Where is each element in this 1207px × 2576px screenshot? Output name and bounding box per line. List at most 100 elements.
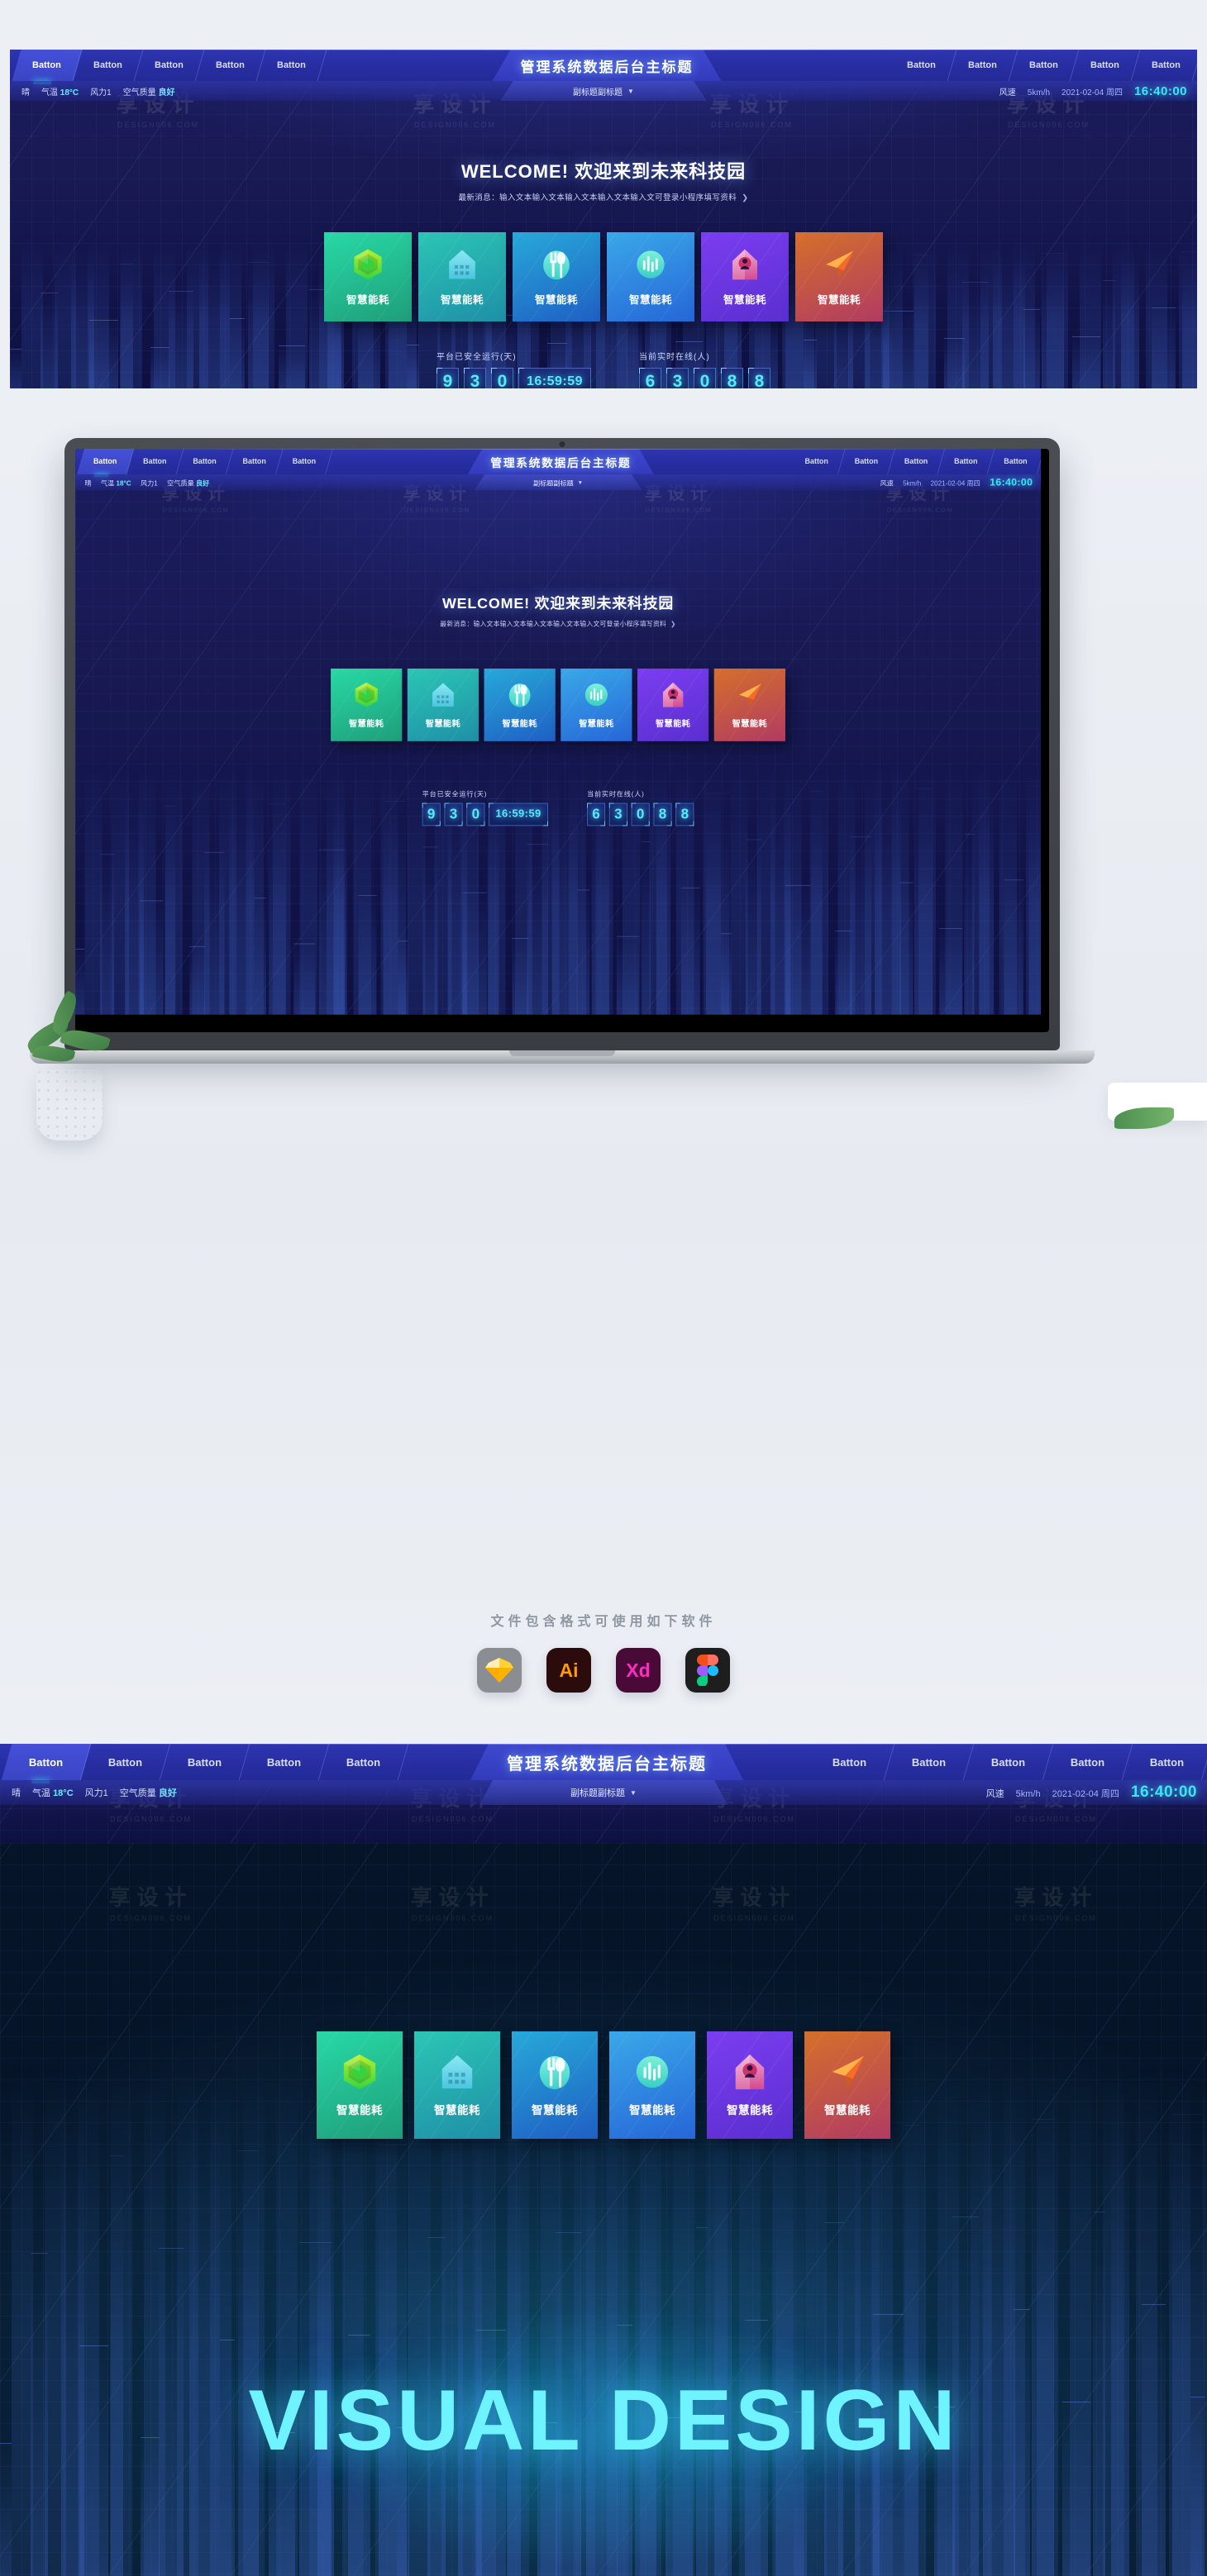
nav-button-right-4[interactable]: Batton [1131, 50, 1197, 81]
app-icon-label: Xd [626, 1659, 651, 1681]
news-text: 输入文本输入文本输入文本输入文本输入文可登录小程序填写资料 [499, 193, 737, 202]
feature-card-4[interactable]: 智慧能耗 [637, 668, 709, 741]
news-ticker[interactable]: 最新消息：输入文本输入文本输入文本输入文本输入文可登录小程序填写资料 ❯ [75, 619, 1041, 628]
subtitle-dropdown[interactable]: 副标题副标题 ▼ [479, 1780, 728, 1805]
watermark-en: DESIGN006.COM [117, 121, 200, 129]
header-right-status: 风速 5km/h 2021-02-04 周四 16:40:00 [986, 1783, 1197, 1802]
nav-button-label: Batton [804, 457, 828, 466]
feature-card-label: 智慧能耗 [732, 718, 767, 728]
nav-button-right-0[interactable]: Batton [788, 449, 846, 474]
nav-button-right-1[interactable]: Batton [884, 1744, 975, 1780]
chevron-right-icon: ❯ [742, 193, 749, 202]
nav-button-label: Batton [193, 457, 217, 466]
nav-button-right-1[interactable]: Batton [837, 449, 895, 474]
nav-button-left-1[interactable]: Batton [73, 50, 144, 81]
nav-button-label: Batton [907, 60, 936, 70]
feature-card-5[interactable]: 智慧能耗 [804, 2031, 890, 2139]
feature-card-1[interactable]: 智慧能耗 [418, 232, 506, 321]
nav-button-right-2[interactable]: Batton [963, 1744, 1054, 1780]
nav-button-label: Batton [93, 60, 122, 70]
nav-button-left-2[interactable]: Batton [134, 50, 205, 81]
nav-button-left-0[interactable]: Batton [1, 1744, 92, 1780]
counter-time: 16:59:59 [518, 368, 592, 388]
feature-card-1[interactable]: 智慧能耗 [407, 668, 479, 741]
weather-temp: 气温 18°C [41, 88, 79, 98]
screen-dashboard: 享设计 DESIGN006.COM 享设计 DESIGN006.COM 享设计 DES… [75, 449, 1042, 1015]
feature-card-0[interactable]: 智慧能耗 [331, 668, 403, 741]
subtitle-dropdown[interactable]: 副标题副标题 ▼ [474, 474, 642, 491]
news-ticker[interactable]: 最新消息：输入文本输入文本输入文本输入文本输入文可登录小程序填写资料 ❯ [10, 191, 1197, 202]
header-nav-row: Batton Batton Batton Batton Batton 管理系统数据后台主… [10, 50, 1197, 81]
nav-button-right-4[interactable]: Batton [1122, 1744, 1207, 1780]
nav-button-right-4[interactable]: Batton [987, 449, 1042, 474]
feature-card-3[interactable]: 智慧能耗 [561, 668, 632, 741]
nav-button-label: Batton [1090, 60, 1119, 70]
feature-card-label: 智慧能耗 [727, 2104, 773, 2117]
feature-card-2[interactable]: 智慧能耗 [484, 668, 556, 741]
nav-button-label: Batton [187, 1755, 222, 1769]
house-building-icon [446, 248, 479, 281]
nav-button-left-3[interactable]: Batton [195, 50, 266, 81]
feature-card-1[interactable]: 智慧能耗 [414, 2031, 500, 2139]
counter-digit: 8 [721, 368, 744, 388]
nav-button-left-4[interactable]: Batton [275, 449, 333, 474]
nav-button-right-2[interactable]: Batton [1009, 50, 1080, 81]
feature-card-4[interactable]: 智慧能耗 [701, 232, 789, 321]
nav-group-right: Batton Batton Batton Batton Batton [788, 449, 1042, 474]
banner-headline: VISUAL DESIGN [248, 2373, 959, 2469]
bar-chart-circle-icon [633, 2053, 671, 2091]
chevron-down-icon: ▼ [577, 479, 584, 486]
subtitle-dropdown[interactable]: 副标题副标题 ▼ [500, 81, 707, 101]
counter-digit: 6 [587, 802, 605, 826]
feature-card-2[interactable]: 智慧能耗 [513, 232, 600, 321]
feature-card-0[interactable]: 智慧能耗 [317, 2031, 403, 2139]
feature-card-label: 智慧能耗 [346, 293, 389, 306]
feature-card-4[interactable]: 智慧能耗 [707, 2031, 793, 2139]
nav-button-left-2[interactable]: Batton [160, 1744, 250, 1780]
watermark-zh: 享设计 [108, 1885, 193, 1910]
nav-button-left-0[interactable]: Batton [77, 449, 135, 474]
feature-card-2[interactable]: 智慧能耗 [512, 2031, 598, 2139]
counter-digit: 3 [666, 368, 689, 388]
nav-button-label: Batton [107, 1755, 143, 1769]
feature-card-5[interactable]: 智慧能耗 [713, 668, 785, 741]
weather-wind: 风力1 [141, 479, 158, 488]
feature-card-5[interactable]: 智慧能耗 [795, 232, 883, 321]
weather-air: 空气质量 良好 [119, 1788, 177, 1798]
nav-button-right-3[interactable]: Batton [1042, 1744, 1133, 1780]
counter-digit: 0 [631, 802, 650, 826]
nav-button-label: Batton [242, 457, 266, 466]
counter-digit: 0 [466, 802, 485, 826]
feature-card-3[interactable]: 智慧能耗 [607, 232, 694, 321]
news-text: 输入文本输入文本输入文本输入文本输入文可登录小程序填写资料 [473, 621, 667, 629]
nav-button-left-3[interactable]: Batton [239, 1744, 330, 1780]
house-building-icon [438, 2053, 476, 2091]
weather-wind: 风力1 [84, 1788, 108, 1798]
paper-plane-icon [737, 681, 764, 708]
counter-1: 当前实时在线(人) 6 3 0 8 8 [587, 788, 694, 826]
nav-button-right-2[interactable]: Batton [888, 449, 946, 474]
top-dashboard-preview: 享设计 DESIGN006.COM 享设计 DESIGN006.COM 享设计 DES… [10, 50, 1197, 388]
feature-card-3[interactable]: 智慧能耗 [609, 2031, 695, 2139]
nav-group-left: Batton Batton Batton Batton Batton [77, 449, 333, 474]
nav-button-right-3[interactable]: Batton [1070, 50, 1141, 81]
header-status-row: 晴 气温 18°C 风力1 空气质量 良好 副标题副标题 ▼ 风速 5km/h … [0, 1780, 1207, 1805]
app-icon-label: Ai [559, 1659, 579, 1681]
nav-button-left-3[interactable]: Batton [226, 449, 284, 474]
nav-button-right-0[interactable]: Batton [886, 50, 957, 81]
nav-button-right-1[interactable]: Batton [947, 50, 1019, 81]
nav-button-left-4[interactable]: Batton [256, 50, 327, 81]
nav-button-left-2[interactable]: Batton [176, 449, 234, 474]
nav-button-left-4[interactable]: Batton [318, 1744, 409, 1780]
nav-button-left-1[interactable]: Batton [126, 449, 184, 474]
nav-button-right-3[interactable]: Batton [937, 449, 995, 474]
nav-button-left-1[interactable]: Batton [80, 1744, 171, 1780]
nav-button-left-0[interactable]: Batton [12, 50, 83, 81]
nav-button-right-0[interactable]: Batton [804, 1744, 895, 1780]
feature-card-0[interactable]: 智慧能耗 [324, 232, 412, 321]
nav-group-left: Batton Batton Batton Batton Batton [12, 50, 327, 81]
current-date: 2021-02-04 周四 [1061, 88, 1123, 98]
counter-digit: 8 [675, 802, 694, 826]
house-building-icon [430, 681, 457, 708]
counter-digit: 3 [608, 802, 627, 826]
